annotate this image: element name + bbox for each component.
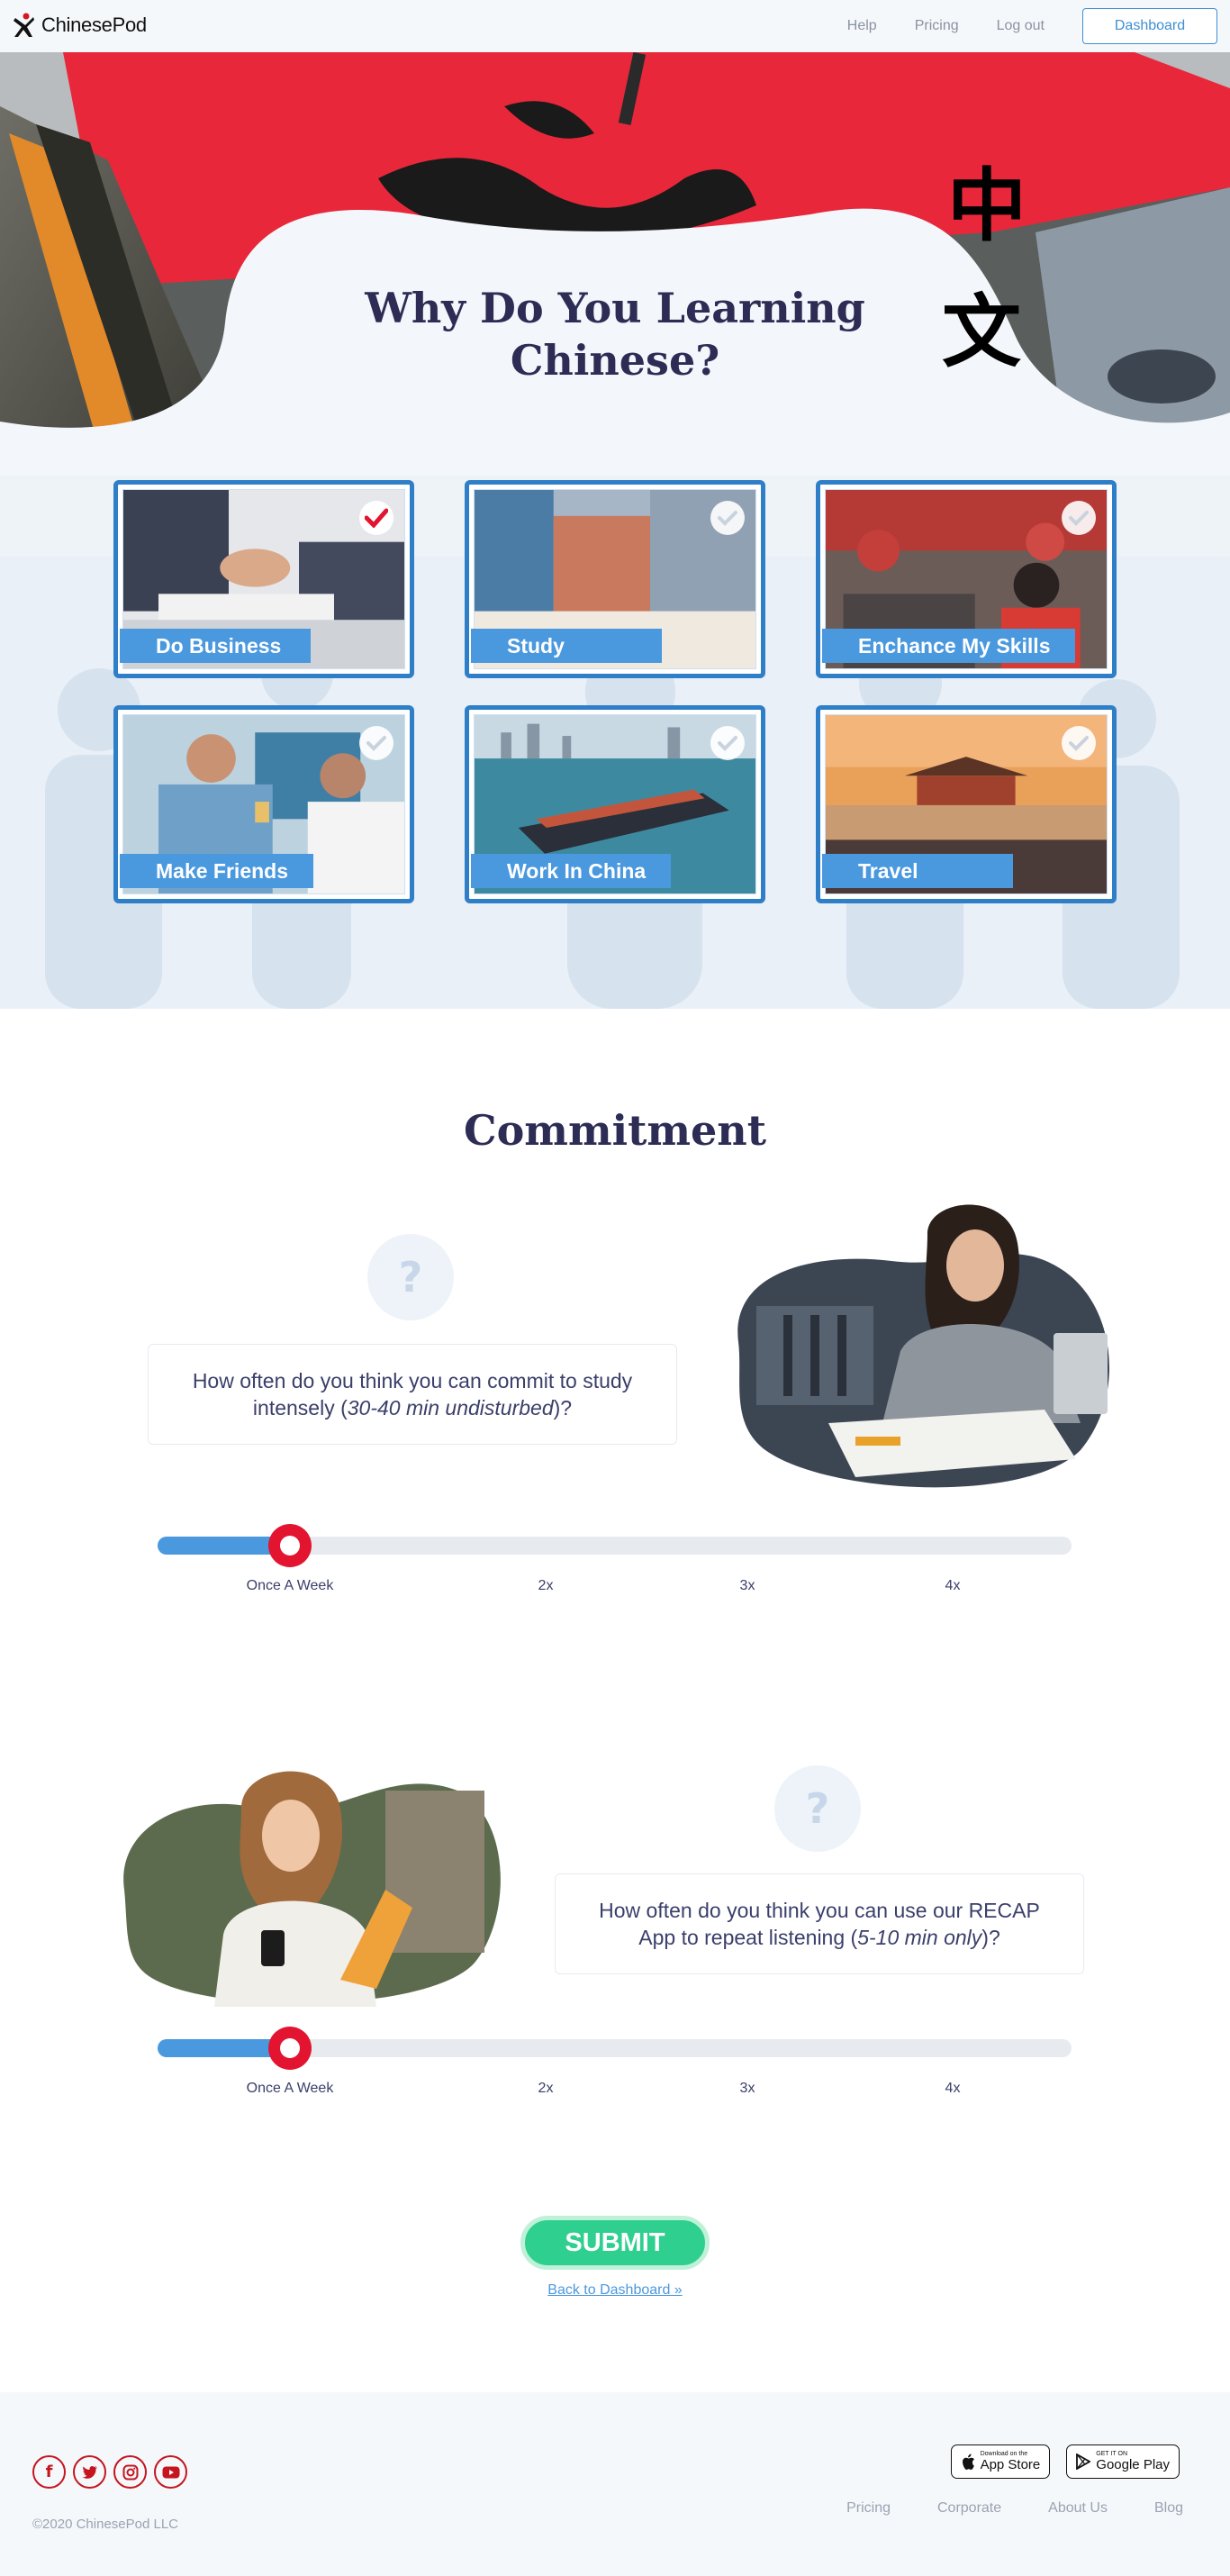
dashboard-button[interactable]: Dashboard [1082,8,1217,44]
slider-option-3x[interactable]: 3x [740,1578,755,1594]
unselected-check-icon [1062,501,1096,535]
instagram-icon[interactable] [113,2455,147,2489]
nav-pricing-link[interactable]: Pricing [915,18,959,34]
twitter-icon[interactable] [73,2455,106,2489]
reason-card-study[interactable]: Study [465,480,765,678]
nav-logout-link[interactable]: Log out [997,18,1045,34]
card-label: Do Business [120,629,311,663]
chinesepod-logo[interactable]: ChinesePod [13,13,147,38]
facebook-icon[interactable]: f [32,2455,66,2489]
hanzi-zhong: 中 [947,159,1027,252]
slider-option-3x[interactable]: 3x [740,2081,755,2097]
footer: f ©2020 ChinesePod LLC Download on the A… [0,2392,1230,2576]
woman-with-phone-image [123,1771,501,2007]
woman-studying-image [737,1204,1110,1488]
back-to-dashboard-link[interactable]: Back to Dashboard » [0,2282,1230,2299]
question-1-italic: 30-40 min undisturbed [347,1396,554,1420]
nav-help-link[interactable]: Help [847,18,877,34]
card-label: Make Friends [120,854,313,888]
recap-frequency-slider[interactable]: Once A Week 2x 3x 4x [158,2025,1072,2097]
hero-section: Why Do You Learning Chinese? 中 文 Do Busi… [0,52,1230,1009]
question-mark-icon: ? [774,1765,861,1852]
unselected-check-icon [710,726,745,760]
hero-heading: Why Do You Learning Chinese? [0,282,1230,386]
reason-card-do-business[interactable]: Do Business [113,480,414,678]
hanzi-wen: 文 [942,285,1022,378]
reason-card-make-friends[interactable]: Make Friends [113,705,414,903]
reason-card-grid: Do Business Study Enchance My Skills Mak… [113,480,1117,903]
card-label: Work In China [471,854,672,888]
footer-pricing-link[interactable]: Pricing [846,2500,891,2517]
google-play-big-text: Google Play [1096,2457,1170,2472]
question-2-italic: 5-10 min only [857,1926,982,1949]
slider-option-once-a-week[interactable]: Once A Week [247,1578,334,1594]
copyright-text: ©2020 ChinesePod LLC [32,2517,178,2532]
question-1-text-end: )? [553,1396,573,1420]
google-play-icon [1076,2454,1091,2470]
unselected-check-icon [359,726,393,760]
slider-thumb[interactable] [268,2027,312,2070]
hero-heading-line1: Why Do You Learning [365,284,865,332]
selected-check-icon [359,501,393,535]
unselected-check-icon [1062,726,1096,760]
commitment-heading: Commitment [464,1106,766,1155]
submit-button[interactable]: SUBMIT [520,2216,710,2270]
slider-option-2x[interactable]: 2x [538,2081,554,2097]
question-2-text-end: )? [981,1926,1000,1949]
question-2-box: How often do you think you can use our R… [555,1873,1084,1974]
app-store-big-text: App Store [980,2457,1041,2472]
slider-option-2x[interactable]: 2x [538,1578,554,1594]
slider-thumb[interactable] [268,1524,312,1567]
logo-figure-icon [14,13,34,37]
card-label: Travel [822,854,1013,888]
footer-blog-link[interactable]: Blog [1154,2500,1183,2517]
apple-icon [962,2454,974,2470]
footer-about-us-link[interactable]: About Us [1048,2500,1108,2517]
card-label: Study [471,629,662,663]
top-navbar: ChinesePod Help Pricing Log out Dashboar… [0,0,1230,52]
study-frequency-slider[interactable]: Once A Week 2x 3x 4x [158,1522,1072,1594]
slider-option-once-a-week[interactable]: Once A Week [247,2081,334,2097]
question-mark-icon: ? [367,1234,454,1320]
slider-option-4x[interactable]: 4x [945,2081,961,2097]
slider-option-4x[interactable]: 4x [945,1578,961,1594]
calligraphy-hero-image [0,52,1230,476]
youtube-icon[interactable] [154,2455,187,2489]
hero-heading-line2: Chinese? [510,336,720,385]
question-1-box: How often do you think you can commit to… [148,1344,677,1445]
unselected-check-icon [710,501,745,535]
app-store-badge[interactable]: Download on the App Store [950,2444,1051,2479]
brand-name: ChinesePod [41,14,147,36]
card-label: Enchance My Skills [822,629,1076,663]
reason-card-enchance-skills[interactable]: Enchance My Skills [816,480,1117,678]
google-play-badge[interactable]: GET IT ON Google Play [1066,2444,1180,2479]
footer-corporate-link[interactable]: Corporate [937,2500,1001,2517]
social-links: f [32,2455,187,2489]
reason-card-travel[interactable]: Travel [816,705,1117,903]
reason-card-work-in-china[interactable]: Work In China [465,705,765,903]
